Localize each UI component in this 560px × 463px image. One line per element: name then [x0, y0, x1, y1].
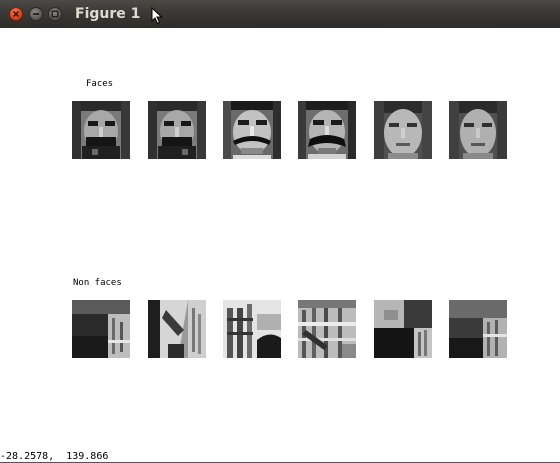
mouse-pointer-icon — [151, 7, 163, 25]
cursor-coordinates: -28.2578, 139.866 — [0, 451, 109, 462]
minimize-button[interactable] — [29, 7, 43, 21]
nonface-thumbnail-2 — [148, 300, 206, 358]
maximize-icon — [51, 10, 59, 18]
figure-canvas[interactable]: Faces Non faces — [0, 28, 560, 457]
faces-label: Faces — [86, 79, 114, 89]
status-bar: -28.2578, 139.866 — [0, 451, 560, 463]
maximize-button[interactable] — [48, 7, 62, 21]
window-title: Figure 1 — [75, 6, 141, 22]
close-icon — [12, 10, 20, 18]
window-titlebar[interactable]: Figure 1 — [0, 0, 560, 28]
nonface-thumbnail-3 — [223, 300, 281, 358]
minimize-icon — [33, 13, 39, 15]
nonfaces-label: Non faces — [73, 278, 122, 288]
nonface-thumbnail-6 — [449, 300, 507, 358]
face-thumbnail-3 — [223, 101, 281, 159]
nonface-thumbnail-4 — [298, 300, 356, 358]
face-thumbnail-5 — [374, 101, 432, 159]
face-thumbnail-1 — [72, 101, 130, 159]
face-thumbnail-4 — [298, 101, 356, 159]
nonface-thumbnail-5 — [374, 300, 432, 358]
face-thumbnail-2 — [148, 101, 206, 159]
close-button[interactable] — [9, 7, 23, 21]
face-thumbnail-6 — [449, 101, 507, 159]
nonface-thumbnail-1 — [72, 300, 130, 358]
